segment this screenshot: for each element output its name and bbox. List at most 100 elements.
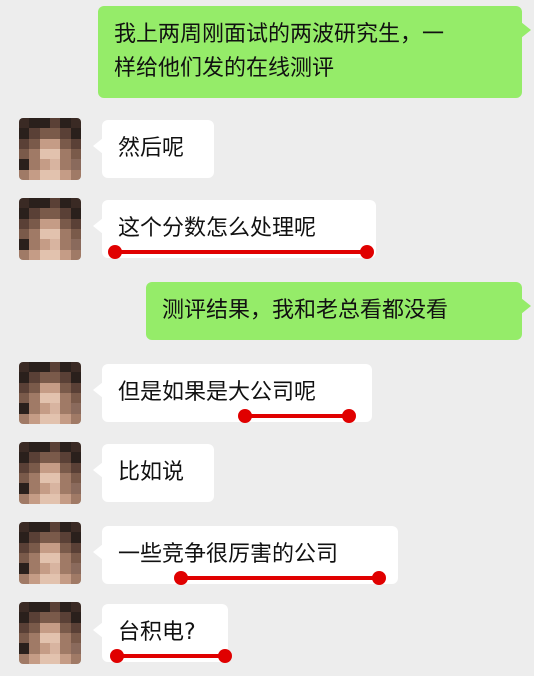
avatar-pixel — [39, 602, 50, 613]
avatar-pixel — [19, 362, 30, 373]
avatar-pixel — [60, 612, 71, 623]
avatar-pixel — [29, 128, 40, 139]
avatar-pixel — [49, 148, 61, 160]
avatar-pixel — [29, 442, 40, 453]
avatar-pixel — [19, 542, 30, 553]
avatar-pixel — [19, 472, 30, 484]
avatar-pixel — [60, 493, 71, 504]
avatar-pixel — [19, 532, 30, 543]
avatar-pixel — [39, 148, 50, 160]
avatar-pixel — [70, 118, 81, 129]
avatar-pixel — [70, 462, 81, 473]
avatar-pixel — [39, 249, 50, 260]
message-bubble-outgoing[interactable]: 我上两周刚面试的两波研究生，一 样给他们发的在线测评 — [98, 6, 531, 98]
avatar-pixel — [60, 218, 71, 229]
message-bubble-outgoing[interactable]: 测评结果，我和老总看都没看 — [146, 282, 531, 340]
avatar-pixel — [49, 208, 61, 219]
avatar-pixel — [39, 442, 50, 453]
avatar-pixel — [60, 622, 71, 633]
avatar-pixel — [49, 249, 61, 260]
avatar-pixel — [19, 118, 30, 129]
avatar-pixel — [49, 128, 61, 139]
avatar-pixel — [49, 413, 61, 424]
avatar-pixel — [39, 573, 50, 584]
avatar-pixel — [29, 148, 40, 160]
avatar-pixel — [19, 413, 30, 424]
avatar-icon[interactable] — [19, 118, 81, 180]
avatar-icon[interactable] — [19, 602, 81, 664]
avatar-pixel — [29, 522, 40, 533]
avatar-pixel — [70, 148, 81, 160]
avatar-pixel — [39, 532, 50, 543]
avatar-pixel — [49, 552, 61, 564]
avatar-pixel — [60, 403, 71, 414]
red-underline-annotation — [238, 409, 356, 423]
avatar-pixel — [60, 169, 71, 180]
avatar-pixel — [39, 169, 50, 180]
avatar-pixel — [29, 602, 40, 613]
avatar-pixel — [29, 472, 40, 484]
avatar-pixel — [29, 462, 40, 473]
avatar-pixel — [39, 622, 50, 633]
avatar-pixel — [29, 208, 40, 219]
avatar-pixel — [49, 612, 61, 623]
avatar-icon[interactable] — [19, 442, 81, 504]
message-bubble-incoming[interactable]: 比如说 — [93, 444, 214, 502]
avatar-pixel — [29, 452, 40, 463]
avatar-pixel — [60, 653, 71, 664]
avatar-pixel — [49, 392, 61, 404]
avatar-pixel — [29, 372, 40, 383]
avatar-pixel — [60, 128, 71, 139]
avatar-pixel — [39, 552, 50, 564]
avatar-pixel — [19, 148, 30, 160]
avatar-pixel — [70, 442, 81, 453]
avatar-pixel — [19, 522, 30, 533]
avatar-pixel — [70, 128, 81, 139]
avatar-icon[interactable] — [19, 198, 81, 260]
avatar-pixel — [19, 208, 30, 219]
avatar-pixel — [29, 169, 40, 180]
message-bubble-incoming[interactable]: 然后呢 — [93, 120, 214, 178]
avatar-pixel — [70, 552, 81, 564]
avatar-pixel — [60, 372, 71, 383]
avatar-pixel — [70, 493, 81, 504]
avatar-pixel — [39, 413, 50, 424]
avatar-pixel — [29, 239, 40, 250]
avatar-pixel — [70, 632, 81, 644]
avatar-pixel — [39, 382, 50, 393]
avatar-pixel — [39, 472, 50, 484]
avatar-pixel — [70, 208, 81, 219]
avatar-pixel — [49, 573, 61, 584]
avatar-pixel — [70, 472, 81, 484]
avatar-icon[interactable] — [19, 362, 81, 424]
avatar-pixel — [19, 198, 30, 209]
avatar-pixel — [19, 493, 30, 504]
avatar-pixel — [39, 159, 50, 170]
avatar-pixel — [70, 169, 81, 180]
avatar-pixel — [39, 563, 50, 574]
avatar-pixel — [19, 602, 30, 613]
avatar-pixel — [19, 622, 30, 633]
avatar-pixel — [49, 643, 61, 654]
avatar-pixel — [39, 208, 50, 219]
avatar-icon[interactable] — [19, 522, 81, 584]
avatar-pixel — [29, 573, 40, 584]
avatar-pixel — [49, 622, 61, 633]
avatar-pixel — [70, 392, 81, 404]
avatar-pixel — [70, 532, 81, 543]
avatar-pixel — [29, 392, 40, 404]
avatar-pixel — [39, 643, 50, 654]
avatar-pixel — [49, 442, 61, 453]
avatar-pixel — [39, 612, 50, 623]
avatar-pixel — [39, 452, 50, 463]
avatar-pixel — [39, 239, 50, 250]
avatar-pixel — [29, 198, 40, 209]
avatar-pixel — [49, 159, 61, 170]
avatar-pixel — [60, 462, 71, 473]
avatar-pixel — [39, 128, 50, 139]
avatar-pixel — [49, 372, 61, 383]
avatar-pixel — [19, 392, 30, 404]
avatar-pixel — [60, 362, 71, 373]
avatar-pixel — [49, 653, 61, 664]
avatar-pixel — [29, 622, 40, 633]
